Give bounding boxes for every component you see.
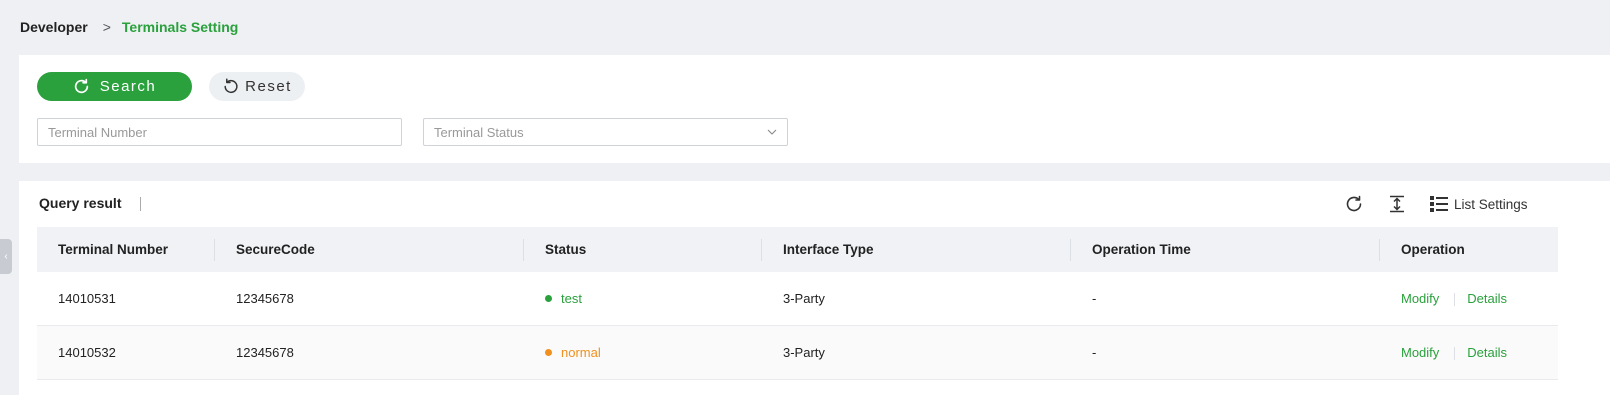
divider [1454,293,1456,307]
column-header: Operation [1401,242,1465,257]
terminal-number-placeholder: Terminal Number [48,124,147,140]
table-row[interactable]: 14010532 12345678 normal 3-Party - Modif… [37,325,1558,380]
divider [1454,346,1456,360]
status-dot [545,295,552,303]
modify-link[interactable]: Modify [1401,345,1439,360]
status-dot [545,348,552,356]
column-header: Terminal Number [37,227,215,272]
status-text: test [561,291,582,306]
details-link[interactable]: Details [1467,291,1507,306]
status-text: normal [561,344,601,360]
collapse-sidebar-icon[interactable]: ‹ [0,239,12,274]
search-button-label: Search [99,78,157,95]
column-header: SecureCode [215,227,524,272]
refresh-icon [1346,195,1362,212]
list-settings-label: List Settings [1454,196,1528,212]
details-link[interactable]: Details [1467,345,1507,360]
cell-securecode: 12345678 [236,344,294,360]
breadcrumb: Developer > Terminals Setting [20,18,238,36]
breadcrumb-developer[interactable]: Developer [20,19,88,35]
cell-status: test [524,272,762,326]
breadcrumb-current: Terminals Setting [121,19,239,35]
cell-interface: 3-Party [783,291,825,306]
cell-securecode: 12345678 [236,291,294,306]
undo-icon [224,78,238,94]
search-button[interactable]: Search [37,72,192,101]
column-header: Status [524,227,762,272]
cell-operation: Modify Details [1380,326,1558,380]
refresh-icon [74,78,88,94]
column-header: Operation Time [1071,227,1380,272]
row-height-icon [1390,195,1404,213]
search-panel: Search Reset Terminal Number Terminal St… [19,55,1610,163]
terminal-number-input[interactable]: Terminal Number [37,118,402,146]
row-height-button[interactable] [1387,193,1407,215]
column-header: Interface Type [762,227,1071,272]
list-settings-button[interactable]: List Settings [1429,193,1528,215]
refresh-list-button[interactable] [1344,193,1364,215]
reset-button[interactable]: Reset [209,72,305,101]
terminal-status-select[interactable]: Terminal Status [423,118,788,146]
cell-interface: 3-Party [783,344,825,360]
list-settings-icon [1430,196,1448,212]
result-panel: Query result List Settings Terminal Numb… [19,181,1610,395]
divider [140,197,141,211]
cell-terminal: 14010531 [58,291,116,306]
cell-status: normal [524,326,762,380]
terminal-status-placeholder: Terminal Status [434,124,524,140]
chevron-down-icon [767,129,777,135]
cell-time: - [1092,291,1097,306]
cell-terminal: 14010532 [58,344,116,360]
table-header: Terminal Number SecureCode Status Interf… [37,227,1558,272]
modify-link[interactable]: Modify [1401,291,1439,306]
cell-operation: Modify Details [1380,272,1558,326]
result-table: Terminal Number SecureCode Status Interf… [37,227,1558,380]
breadcrumb-separator: > [102,19,111,35]
cell-time: - [1092,344,1097,360]
table-row[interactable]: 14010531 12345678 test 3-Party - Modify D… [37,272,1558,326]
result-title: Query result [39,195,122,211]
reset-button-label: Reset [245,78,292,95]
